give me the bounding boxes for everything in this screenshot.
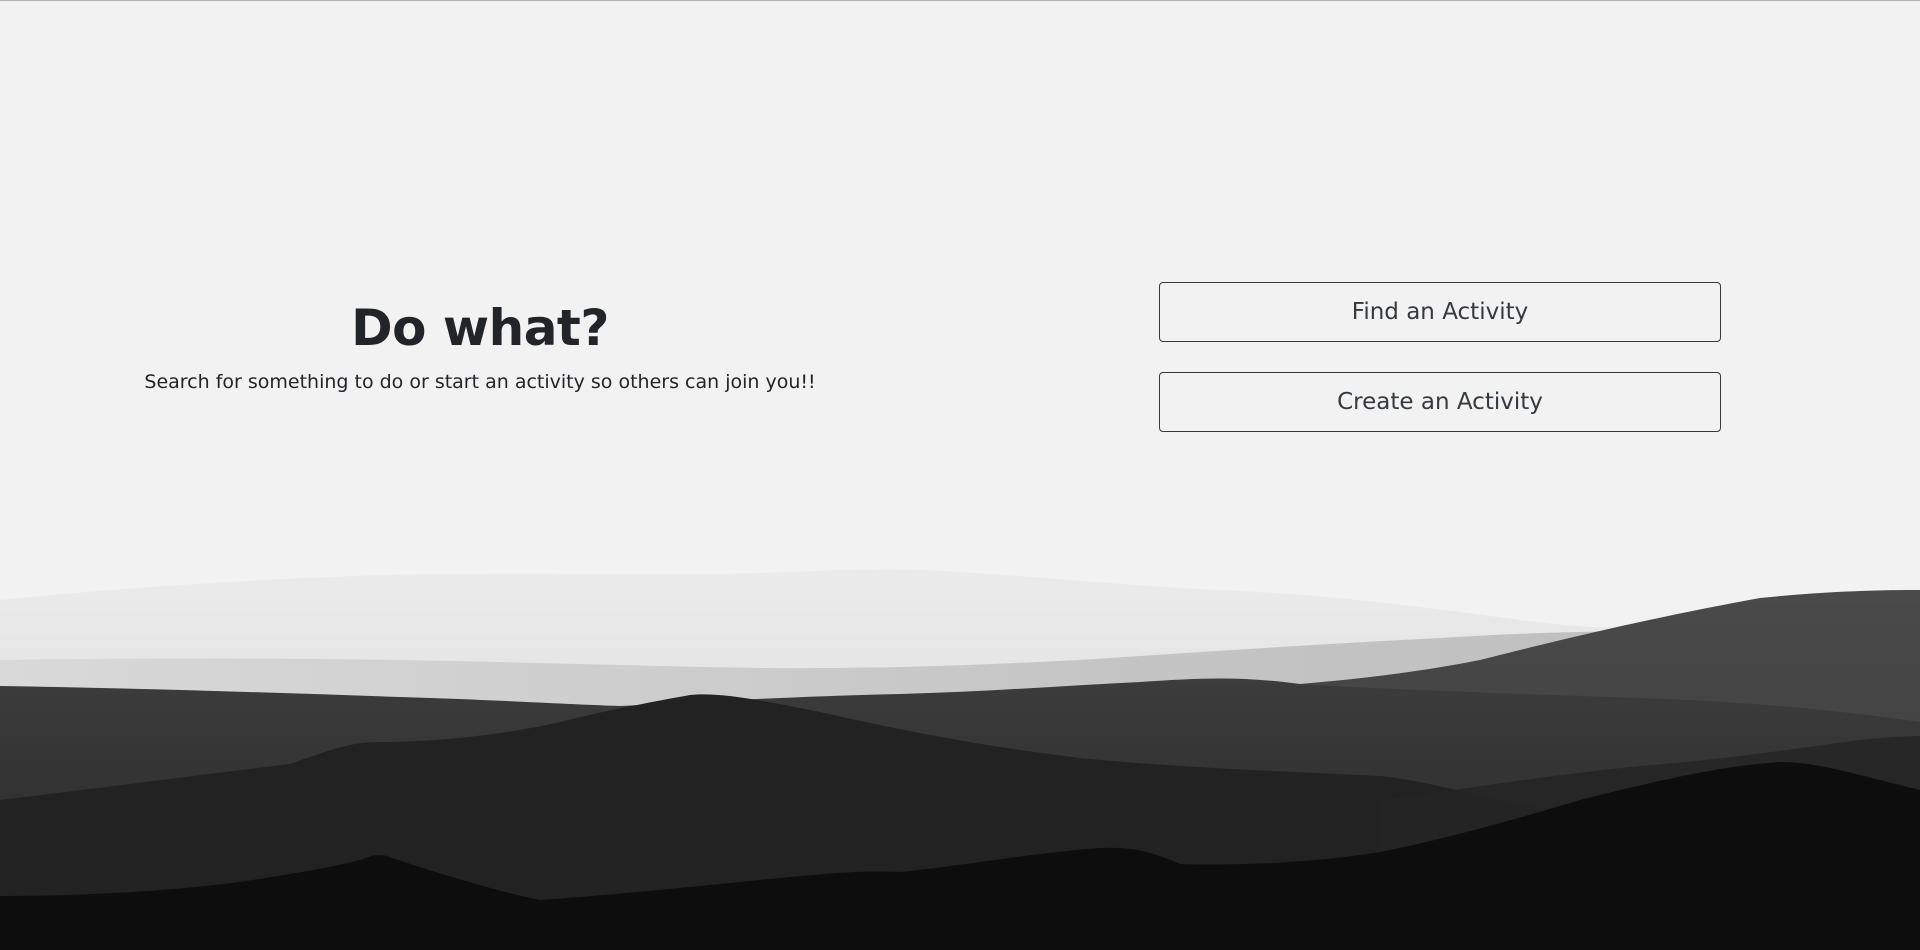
page-subtitle: Search for something to do or start an a… [144,371,816,393]
action-buttons: Find an Activity Create an Activity [1159,282,1721,462]
find-activity-button[interactable]: Find an Activity [1159,282,1721,342]
mountain-landscape-illustration [0,511,1920,950]
page-title: Do what? [351,299,609,357]
create-activity-button[interactable]: Create an Activity [1159,372,1721,432]
hero-text-block: Do what? Search for something to do or s… [120,292,840,396]
landing-page: Do what? Search for something to do or s… [0,0,1920,950]
